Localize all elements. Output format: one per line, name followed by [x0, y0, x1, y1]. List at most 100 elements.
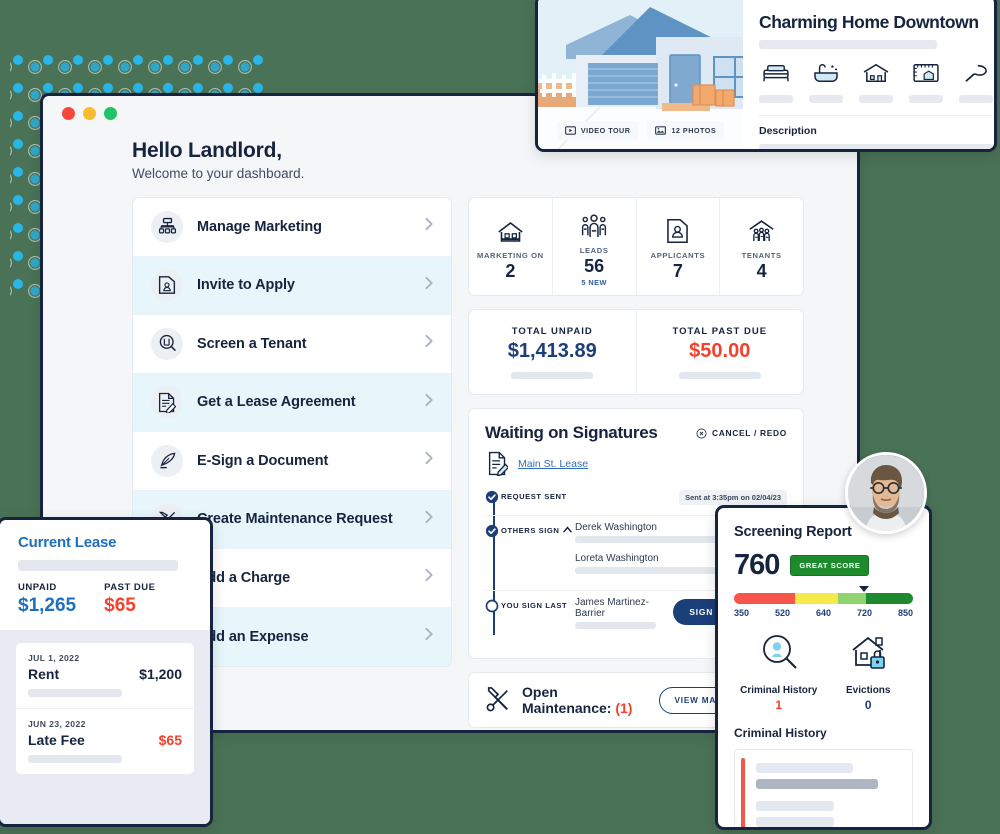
metric-criminal-history: Criminal History 1 — [734, 632, 824, 712]
collapse-caret-icon[interactable] — [563, 526, 573, 535]
criminal-history-lines — [745, 750, 912, 827]
total-value: $50.00 — [689, 339, 751, 362]
lease-transaction-row[interactable]: JUN 23, 2022 Late Fee $65 — [16, 709, 194, 774]
photos-button[interactable]: 12 PHOTOS — [647, 121, 725, 140]
stat-label: MARKETING ON — [477, 250, 544, 260]
amenity-placeholder — [959, 95, 993, 103]
tenants-icon — [748, 214, 775, 244]
step-label-wrap: YOU SIGN LAST — [501, 597, 575, 639]
video-tour-button[interactable]: VIDEO TOUR — [556, 121, 639, 140]
totals-card: TOTAL UNPAID $1,413.89 TOTAL PAST DUE $50.0… — [468, 309, 804, 395]
stat-value: 7 — [672, 260, 683, 281]
listing-subtitle-placeholder — [759, 40, 937, 49]
chevron-right-icon — [422, 627, 436, 646]
stat-sub: 5 NEW — [581, 277, 607, 287]
stat-value: 2 — [505, 260, 516, 281]
window-maximize-button[interactable] — [104, 106, 117, 120]
score-badge: GREAT SCORE — [790, 555, 870, 576]
action-item-invite-to-apply[interactable]: Invite to Apply — [133, 256, 451, 315]
transaction-amount: $1,200 — [139, 666, 182, 682]
transaction-main: Late Fee $65 — [28, 732, 182, 748]
transaction-date: JUN 23, 2022 — [28, 719, 86, 729]
action-item-e-sign-a-document[interactable]: E-Sign a Document — [133, 432, 451, 491]
chevron-right-icon — [422, 334, 436, 353]
stat-applicants: APPLICANTS 7 — [637, 198, 721, 295]
listing-details: Charming Home Downtown Description — [743, 0, 994, 149]
score-gauge-bar — [734, 593, 913, 604]
window-close-button[interactable] — [62, 106, 75, 120]
area-icon — [913, 64, 939, 82]
transaction-date: JUL 1, 2022 — [28, 653, 80, 663]
cancel-redo-label: CANCEL / REDO — [711, 428, 787, 438]
placeholder-line — [756, 817, 835, 827]
avatar-photo-icon — [848, 455, 924, 531]
criminal-history-box — [734, 749, 913, 827]
step-label: OTHERS SIGN — [501, 526, 560, 535]
lease-unpaid: UNPAID $1,265 — [18, 582, 76, 617]
listing-media-pills: VIDEO TOUR 12 PHOTOS — [538, 121, 743, 140]
pastdue-label: PAST DUE — [104, 582, 156, 593]
person-search-icon — [762, 635, 797, 669]
transaction-placeholder — [28, 755, 122, 763]
stat-label: LEADS — [579, 245, 609, 255]
video-icon — [564, 126, 576, 135]
maintenance-count: (1) — [615, 700, 633, 716]
listing-description-line — [759, 144, 993, 149]
sent-timestamp: Sent at 3:35pm on 02/04/23 — [679, 490, 787, 505]
metric-label: Evictions — [846, 685, 891, 696]
transaction-name: Rent — [28, 666, 60, 682]
cancel-redo-button[interactable]: CANCEL / REDO — [696, 428, 787, 439]
step-label-wrap: REQUEST SENT — [501, 488, 575, 509]
step-label-wrap: OTHERS SIGN — [501, 522, 575, 584]
pastdue-value: $65 — [104, 595, 136, 616]
document-edit-icon — [488, 451, 508, 476]
unpaid-value: $1,265 — [18, 595, 77, 616]
lease-transaction-row[interactable]: JUL 1, 2022 Rent $1,200 — [16, 643, 194, 709]
amenity-placeholder — [859, 95, 893, 103]
stat-label: TENANTS — [741, 250, 782, 260]
document-icon — [151, 386, 183, 419]
total-total-past-due: TOTAL PAST DUE $50.00 — [637, 310, 804, 394]
chevron-right-icon — [422, 568, 436, 587]
lease-header: Current Lease UNPAID $1,265 PAST DUE $65 — [0, 520, 210, 630]
action-item-get-a-lease-agreement[interactable]: Get a Lease Agreement — [133, 373, 451, 432]
people-icon — [580, 209, 608, 239]
amenity-placeholder — [759, 95, 793, 103]
property-illustration: VIDEO TOUR 12 PHOTOS — [538, 0, 743, 149]
lease-document-link[interactable]: Main St. Lease — [518, 458, 588, 470]
metric-value: 1 — [775, 698, 783, 712]
gauge-tick: 640 — [815, 608, 831, 618]
signature-document-row: Main St. Lease — [487, 451, 787, 476]
lease-pastdue: PAST DUE $65 — [104, 582, 155, 617]
magnifier-icon — [151, 327, 183, 360]
action-item-manage-marketing[interactable]: Manage Marketing — [133, 198, 451, 257]
action-item-screen-a-tenant[interactable]: Screen a Tenant — [133, 315, 451, 374]
signer-name: James Martinez-Barrier — [575, 597, 649, 619]
window-minimize-button[interactable] — [83, 106, 96, 120]
step-pending-icon — [485, 597, 501, 639]
listing-divider — [759, 115, 993, 116]
transaction-name: Late Fee — [28, 732, 85, 748]
total-label: TOTAL UNPAID — [511, 325, 593, 337]
gauge-segment-1 — [794, 593, 838, 604]
screening-report-card: Screening Report 760 GREAT SCORE 350 520 6… — [715, 505, 932, 830]
video-tour-label: VIDEO TOUR — [580, 126, 631, 135]
property-listing-card: VIDEO TOUR 12 PHOTOS Charming Home Downt… — [535, 0, 997, 152]
stats-card: MARKETING ON 2 LEADS 56 5 NEW APPLICANTS 7 TENA… — [468, 197, 804, 296]
step-complete-icon — [485, 522, 501, 584]
step-label: YOU SIGN LAST — [501, 601, 568, 610]
stat-label: APPLICANTS — [650, 250, 706, 260]
action-label: E-Sign a Document — [197, 452, 329, 469]
metric-label: Criminal History — [740, 685, 818, 696]
action-label: Screen a Tenant — [197, 335, 307, 352]
cancel-icon — [696, 428, 707, 438]
lease-transactions-list: JUL 1, 2022 Rent $1,200 JUN 23, 2022 Late Fe… — [16, 643, 194, 774]
gauge-segment-0 — [734, 593, 795, 604]
maintenance-text: Open Maintenance: — [522, 684, 612, 716]
stat-marketing-on: MARKETING ON 2 — [469, 198, 553, 295]
house-icon — [863, 63, 889, 83]
chevron-right-icon — [422, 510, 436, 529]
maintenance-label: Open Maintenance: (1) — [522, 684, 648, 716]
chevron-right-icon — [422, 393, 436, 412]
total-value: $1,413.89 — [507, 339, 597, 362]
